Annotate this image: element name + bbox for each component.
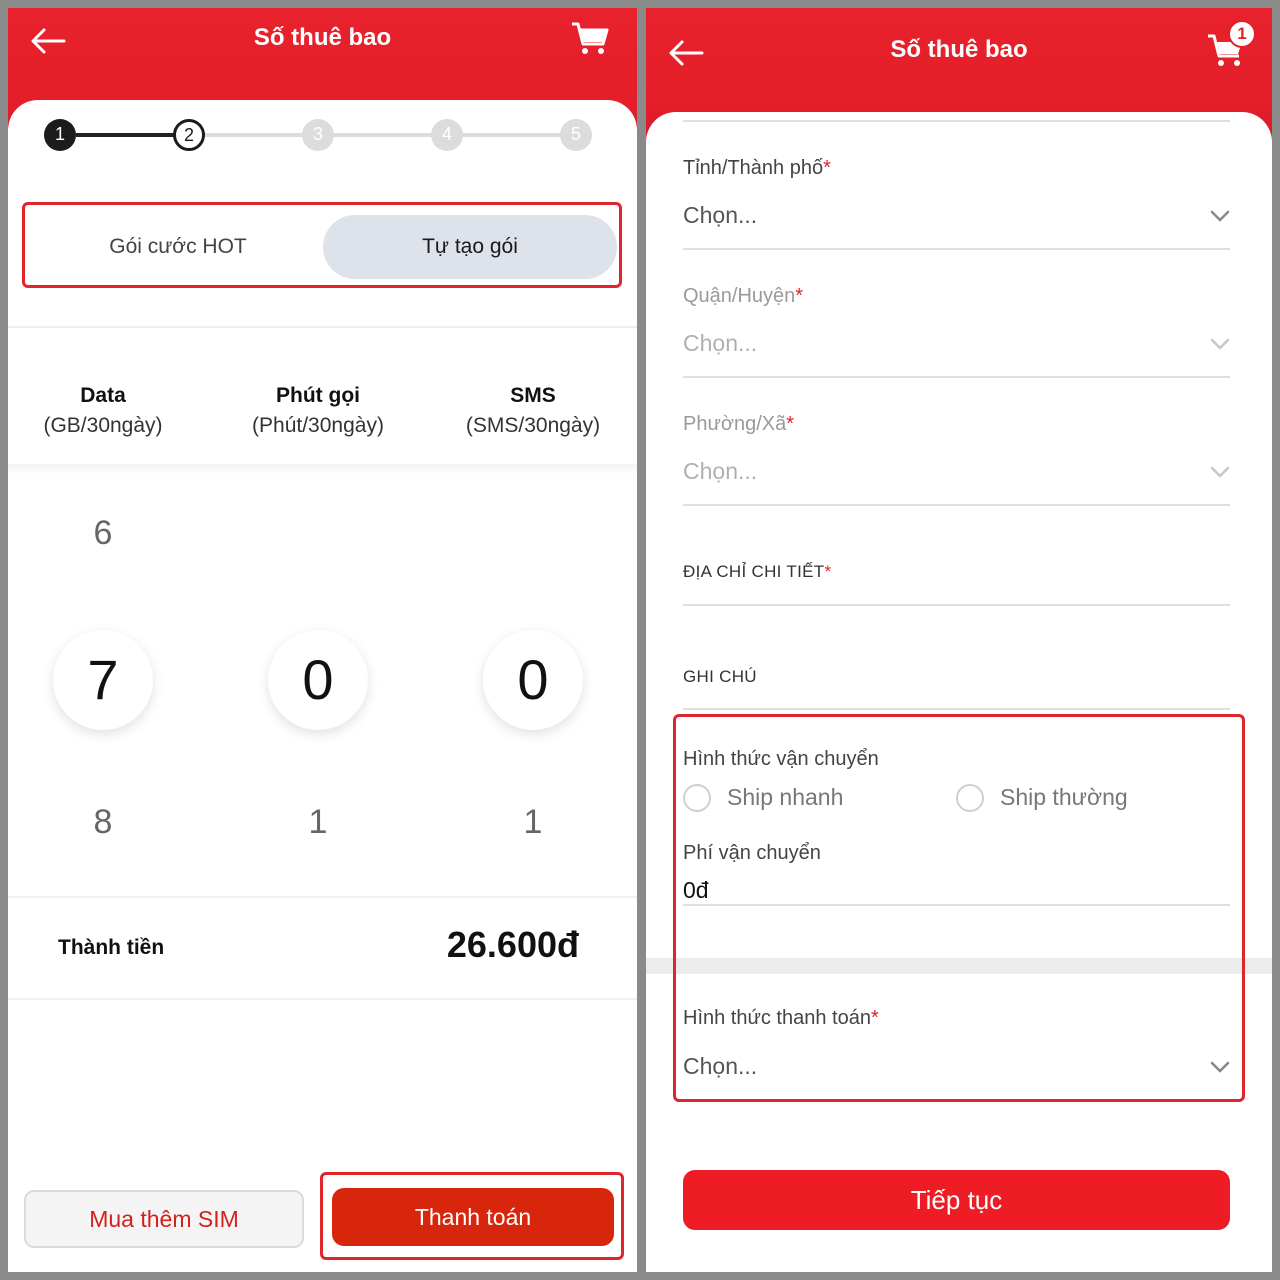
step-4: 4	[431, 119, 463, 151]
column-title: Phút gọi	[276, 384, 360, 407]
shipping-fee-value: 0đ	[683, 877, 709, 903]
divider	[683, 376, 1230, 378]
wheel-option-below[interactable]: 8	[53, 803, 153, 842]
wheel-option-above[interactable]: 6	[53, 514, 153, 553]
payment-method-select[interactable]: Chọn...	[683, 1053, 757, 1080]
right-screen: Số thuê bao 1 Tỉnh/Thành phố* Chọn... Qu…	[646, 8, 1272, 1272]
wheel-option-below[interactable]: 1	[483, 803, 583, 842]
pay-button[interactable]: Thanh toán	[332, 1188, 614, 1246]
note-label: GHI CHÚ	[683, 667, 757, 686]
divider	[683, 504, 1230, 506]
chevron-down-icon[interactable]	[1210, 210, 1230, 222]
step-1: 1	[44, 119, 76, 151]
address-input[interactable]	[683, 604, 1230, 606]
field-label-text: Hình thức thanh toán	[683, 1007, 871, 1029]
divider	[683, 248, 1230, 250]
shipping-fee-label: Phí vận chuyển	[683, 842, 821, 864]
total-summary: Thành tiền 26.600đ	[8, 896, 637, 1000]
package-tabs: Gói cước HOT Tự tạo gói	[22, 202, 622, 288]
required-mark: *	[786, 413, 795, 435]
tab-hot-packages[interactable]: Gói cước HOT	[33, 215, 323, 279]
divider	[683, 120, 1230, 122]
chevron-down-icon[interactable]	[1210, 1061, 1230, 1073]
total-price: 26.600đ	[446, 924, 579, 965]
field-label-text: ĐỊA CHỈ CHI TIẾT	[683, 562, 825, 581]
divider	[8, 464, 637, 474]
total-label: Thành tiền	[58, 936, 165, 959]
column-title: Data	[80, 384, 126, 407]
tab-custom-package[interactable]: Tự tạo gói	[323, 215, 617, 279]
district-label: Quận/Huyện*	[683, 285, 803, 308]
address-label: ĐỊA CHỈ CHI TIẾT*	[683, 562, 831, 582]
field-label-text: Phường/Xã	[683, 413, 787, 435]
column-sms: SMS (SMS/30ngày)	[433, 384, 633, 438]
pay-button-highlight: Thanh toán	[320, 1172, 624, 1260]
column-unit: (GB/30ngày)	[43, 414, 163, 437]
shipping-payment-highlight	[673, 714, 1245, 1102]
shipping-method-label: Hình thức vận chuyển	[683, 748, 879, 770]
divider	[8, 326, 637, 328]
required-mark: *	[870, 1007, 879, 1029]
cart-icon[interactable]	[570, 20, 610, 56]
ship-fast-label[interactable]: Ship nhanh	[727, 784, 843, 811]
province-label: Tỉnh/Thành phố*	[683, 157, 831, 180]
step-3: 3	[302, 119, 334, 151]
page-title: Số thuê bao	[890, 36, 1028, 63]
column-unit: (SMS/30ngày)	[465, 414, 601, 437]
field-label-text: Quận/Huyện	[683, 285, 796, 307]
ship-fast-radio[interactable]	[683, 784, 711, 812]
ward-select[interactable]: Chọn...	[683, 458, 757, 485]
column-minutes: Phút gọi (Phút/30ngày)	[218, 384, 418, 438]
column-unit: (Phút/30ngày)	[252, 414, 384, 437]
wheel-option-below[interactable]: 1	[268, 803, 368, 842]
required-mark: *	[824, 562, 832, 581]
wheel-selected-value[interactable]: 7	[53, 630, 153, 730]
required-mark: *	[823, 157, 831, 179]
divider	[683, 904, 1230, 906]
buy-more-sim-button[interactable]: Mua thêm SIM	[24, 1190, 304, 1248]
step-5: 5	[560, 119, 592, 151]
district-select[interactable]: Chọn...	[683, 330, 757, 357]
ship-standard-label[interactable]: Ship thường	[1000, 784, 1128, 811]
field-label-text: Tỉnh/Thành phố	[683, 157, 824, 179]
column-data: Data (GB/30ngày)	[8, 384, 203, 438]
left-screen: Số thuê bao 1 2 3 4 5 Gói cước HOT Tự tạ…	[8, 8, 637, 1272]
chevron-down-icon[interactable]	[1210, 466, 1230, 478]
payment-method-label: Hình thức thanh toán*	[683, 1007, 879, 1030]
ward-label: Phường/Xã*	[683, 413, 794, 436]
note-input[interactable]	[683, 708, 1230, 710]
required-mark: *	[795, 285, 804, 307]
cart-count-badge: 1	[1228, 20, 1256, 48]
column-title: SMS	[510, 384, 556, 407]
page-title: Số thuê bao	[253, 24, 392, 51]
step-2: 2	[173, 119, 205, 151]
chevron-down-icon[interactable]	[1210, 338, 1230, 350]
wheel-selected-value[interactable]: 0	[483, 630, 583, 730]
ship-standard-radio[interactable]	[956, 784, 984, 812]
step-connector	[204, 133, 574, 137]
continue-button[interactable]: Tiếp tục	[683, 1170, 1230, 1230]
wheel-selected-value[interactable]: 0	[268, 630, 368, 730]
province-select[interactable]: Chọn...	[683, 202, 757, 229]
